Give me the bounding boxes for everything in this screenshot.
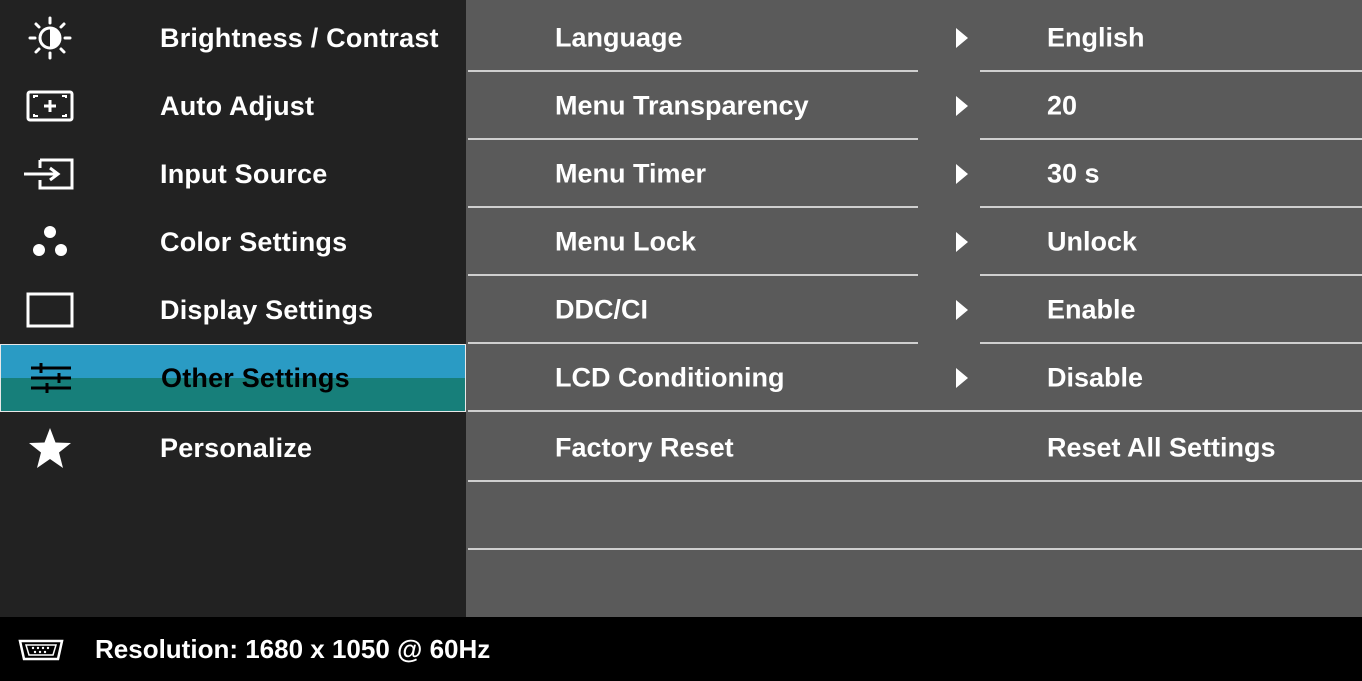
setting-value: 30 s xyxy=(1047,158,1100,189)
brightness-icon xyxy=(18,14,82,62)
submenu-arrow-icon xyxy=(956,232,968,252)
menu-item-color-settings[interactable]: Color Settings xyxy=(0,208,466,276)
setting-row-lcd-conditioning[interactable]: LCD Conditioning Disable xyxy=(466,344,1362,412)
row-divider xyxy=(468,410,1362,412)
main-menu: Brightness / Contrast Auto Adjust Input … xyxy=(0,0,466,617)
display-settings-icon xyxy=(18,286,82,334)
osd-menu: Brightness / Contrast Auto Adjust Input … xyxy=(0,0,1362,617)
menu-item-label: Display Settings xyxy=(160,294,374,325)
setting-value: English xyxy=(1047,22,1145,53)
color-settings-icon xyxy=(18,218,82,266)
setting-name: Language xyxy=(555,22,683,53)
vga-connector-icon xyxy=(14,637,68,668)
setting-name: LCD Conditioning xyxy=(555,362,785,393)
menu-item-brightness-contrast[interactable]: Brightness / Contrast xyxy=(0,4,466,72)
auto-adjust-icon xyxy=(18,82,82,130)
sliders-icon xyxy=(19,354,83,402)
menu-item-input-source[interactable]: Input Source xyxy=(0,140,466,208)
setting-row-language[interactable]: Language English xyxy=(466,4,1362,72)
menu-item-label: Other Settings xyxy=(161,362,350,393)
menu-item-label: Color Settings xyxy=(160,226,348,257)
other-settings-panel: Language English Menu Transparency 20 Me… xyxy=(466,0,1362,617)
setting-name: DDC/CI xyxy=(555,294,648,325)
submenu-arrow-icon xyxy=(956,164,968,184)
row-divider xyxy=(468,548,1362,550)
setting-name: Menu Timer xyxy=(555,158,707,189)
setting-name: Menu Lock xyxy=(555,226,697,257)
menu-item-auto-adjust[interactable]: Auto Adjust xyxy=(0,72,466,140)
menu-item-label: Auto Adjust xyxy=(160,90,315,121)
setting-value: Reset All Settings xyxy=(1047,432,1276,463)
submenu-arrow-icon xyxy=(956,28,968,48)
setting-row-menu-timer[interactable]: Menu Timer 30 s xyxy=(466,140,1362,208)
setting-row-menu-lock[interactable]: Menu Lock Unlock xyxy=(466,208,1362,276)
setting-row-ddc-ci[interactable]: DDC/CI Enable xyxy=(466,276,1362,344)
resolution-text: Resolution: 1680 x 1050 @ 60Hz xyxy=(95,633,491,664)
menu-item-personalize[interactable]: Personalize xyxy=(0,414,466,482)
menu-item-label: Personalize xyxy=(160,432,313,463)
setting-value: Enable xyxy=(1047,294,1136,325)
setting-value: Disable xyxy=(1047,362,1144,393)
setting-value: 20 xyxy=(1047,90,1078,121)
setting-row-menu-transparency[interactable]: Menu Transparency 20 xyxy=(466,72,1362,140)
submenu-arrow-icon xyxy=(956,368,968,388)
submenu-arrow-icon xyxy=(956,96,968,116)
setting-name: Menu Transparency xyxy=(555,90,809,121)
submenu-arrow-icon xyxy=(956,300,968,320)
setting-row-empty xyxy=(466,482,1362,550)
menu-item-label: Input Source xyxy=(160,158,328,189)
input-source-icon xyxy=(18,150,82,198)
star-icon xyxy=(18,424,82,472)
status-bar: Resolution: 1680 x 1050 @ 60Hz xyxy=(0,617,1362,681)
setting-value: Unlock xyxy=(1047,226,1138,257)
setting-name: Factory Reset xyxy=(555,432,734,463)
menu-item-label: Brightness / Contrast xyxy=(160,22,439,53)
menu-item-display-settings[interactable]: Display Settings xyxy=(0,276,466,344)
menu-item-other-settings[interactable]: Other Settings xyxy=(0,344,466,412)
setting-row-factory-reset[interactable]: Factory Reset Reset All Settings xyxy=(466,414,1362,482)
